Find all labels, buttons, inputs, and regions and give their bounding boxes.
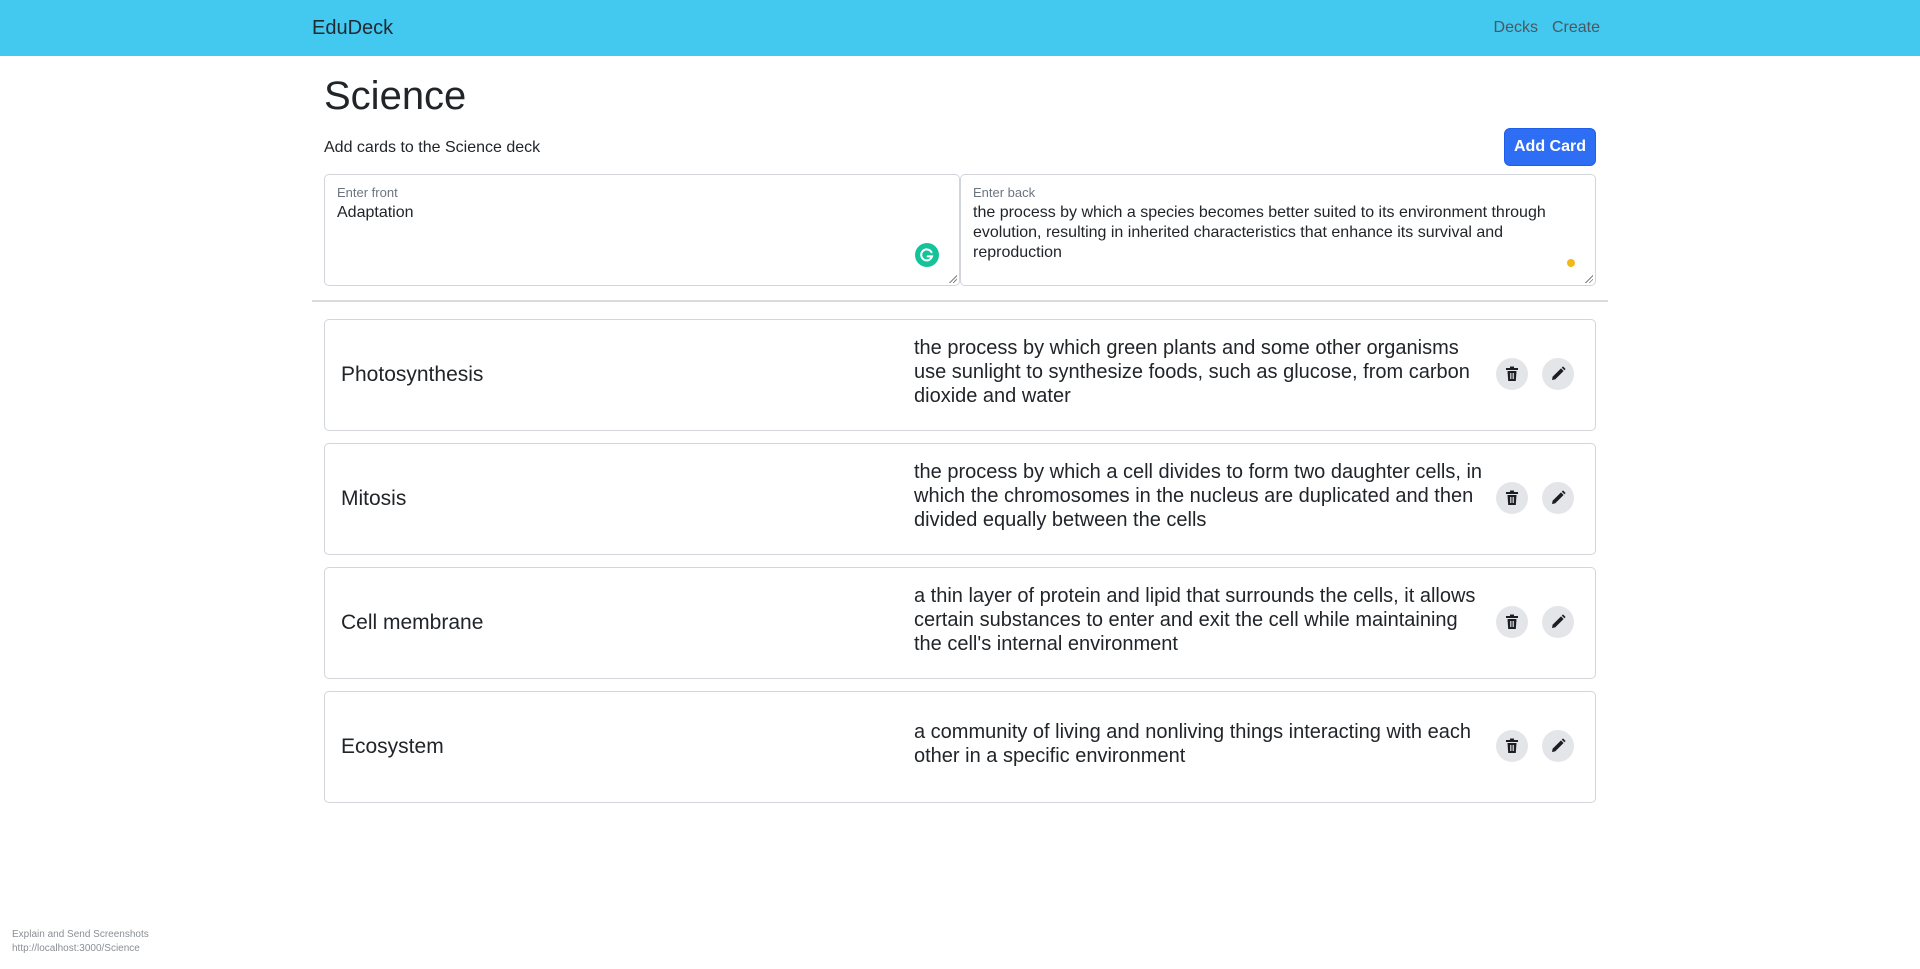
delete-card-button[interactable] <box>1496 606 1528 638</box>
front-field-value[interactable]: Adaptation <box>337 203 933 223</box>
card-back-text: the process by which a cell divides to f… <box>914 461 1483 531</box>
card-back: the process by which a cell divides to f… <box>914 444 1490 554</box>
trash-icon <box>1506 490 1518 505</box>
pencil-icon <box>1552 366 1566 380</box>
resize-handle[interactable] <box>948 274 957 283</box>
card-item: Mitosis the process by which a cell divi… <box>324 443 1596 555</box>
brand-link[interactable]: EduDeck <box>312 16 393 40</box>
trash-icon <box>1506 366 1518 381</box>
card-back: a community of living and nonliving thin… <box>914 692 1490 802</box>
grammarly-g-icon <box>920 248 934 262</box>
front-field-label: Enter front <box>337 185 398 200</box>
pencil-icon <box>1552 490 1566 504</box>
footer-line-1: Explain and Send Screenshots <box>12 929 149 940</box>
edit-card-button[interactable] <box>1542 730 1574 762</box>
card-item: Photosynthesis the process by which gree… <box>324 319 1596 431</box>
back-field-label: Enter back <box>973 185 1036 200</box>
back-field-value[interactable]: the process by which a species becomes b… <box>973 203 1569 263</box>
delete-card-button[interactable] <box>1496 482 1528 514</box>
card-back-text: a community of living and nonliving thin… <box>914 721 1471 767</box>
card-front: Mitosis <box>341 487 407 510</box>
grammarly-icon[interactable] <box>915 243 939 267</box>
footer-overlay: Explain and Send Screenshots http://loca… <box>12 928 149 956</box>
trash-icon <box>1506 614 1518 629</box>
nav-link-create[interactable]: Create <box>1552 18 1600 38</box>
card-front: Photosynthesis <box>341 363 484 386</box>
card-front: Cell membrane <box>341 611 484 634</box>
card-item: Ecosystem a community of living and nonl… <box>324 691 1596 803</box>
resize-handle[interactable] <box>1584 274 1593 283</box>
card-back-text: the process by which green plants and so… <box>914 337 1470 407</box>
pencil-icon <box>1552 738 1566 752</box>
card-back-text: a thin layer of protein and lipid that s… <box>914 585 1476 655</box>
divider <box>312 300 1608 302</box>
nav-links: Decks Create <box>1494 18 1600 38</box>
card-back: the process by which green plants and so… <box>914 320 1490 430</box>
edit-card-button[interactable] <box>1542 606 1574 638</box>
back-field[interactable]: Enter back the process by which a specie… <box>960 174 1596 286</box>
front-field[interactable]: Enter front Adaptation <box>324 174 960 286</box>
nav-link-decks[interactable]: Decks <box>1494 18 1538 38</box>
delete-card-button[interactable] <box>1496 730 1528 762</box>
page-subtitle: Add cards to the Science deck <box>324 139 541 156</box>
footer-line-2: http://localhost:3000/Science <box>12 943 140 954</box>
card-front: Ecosystem <box>341 735 444 758</box>
add-card-button[interactable]: Add Card <box>1504 128 1596 166</box>
card-back: a thin layer of protein and lipid that s… <box>914 568 1490 678</box>
delete-card-button[interactable] <box>1496 358 1528 390</box>
status-dot-icon <box>1567 259 1575 267</box>
edit-card-button[interactable] <box>1542 358 1574 390</box>
trash-icon <box>1506 738 1518 753</box>
page-title: Science <box>324 74 467 118</box>
pencil-icon <box>1552 614 1566 628</box>
edit-card-button[interactable] <box>1542 482 1574 514</box>
card-item: Cell membrane a thin layer of protein an… <box>324 567 1596 679</box>
navbar: EduDeck Decks Create <box>0 0 1920 56</box>
